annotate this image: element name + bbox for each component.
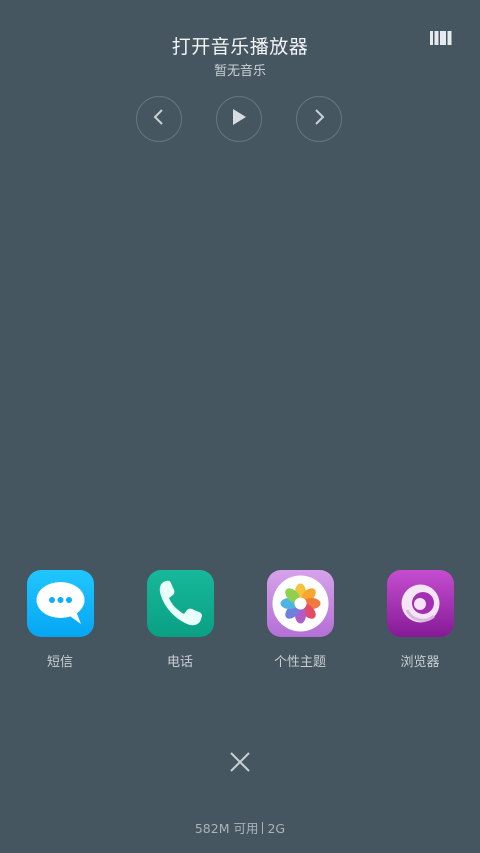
music-widget-title[interactable]: 打开音乐播放器 <box>0 32 480 59</box>
recent-app-phone[interactable]: 电话 <box>130 570 230 670</box>
recent-app-label: 短信 <box>46 655 73 670</box>
recent-app-label: 电话 <box>166 655 193 670</box>
recent-app-label: 个性主题 <box>273 655 326 670</box>
recent-app-sms[interactable]: 短信 <box>10 570 110 670</box>
recent-app-label: 浏览器 <box>400 655 440 670</box>
recent-app-browser[interactable]: 浏览器 <box>370 570 470 670</box>
chevron-left-icon <box>152 107 166 131</box>
close-icon <box>228 752 252 778</box>
recents-screen: 打开音乐播放器 暂无音乐 短信 电话 个性主题 浏览器 582M 可用 2G <box>0 0 480 853</box>
flower-icon <box>266 570 334 637</box>
recent-app-themes[interactable]: 个性主题 <box>250 570 350 670</box>
memory-available: 582M 可用 <box>194 821 259 836</box>
message-bubble-icon <box>26 570 94 637</box>
swirl-icon <box>386 570 454 637</box>
next-track-button[interactable] <box>296 96 342 142</box>
music-widget-subtitle: 暂无音乐 <box>213 64 266 79</box>
play-icon <box>230 107 248 131</box>
previous-track-button[interactable] <box>136 96 182 142</box>
ram-total: 2G <box>267 821 286 836</box>
divider <box>262 822 264 834</box>
chevron-right-icon <box>312 107 326 131</box>
memory-status: 582M 可用 2G <box>0 818 480 837</box>
play-button[interactable] <box>216 96 262 142</box>
close-all-button[interactable] <box>228 750 252 774</box>
phone-handset-icon <box>146 570 214 637</box>
